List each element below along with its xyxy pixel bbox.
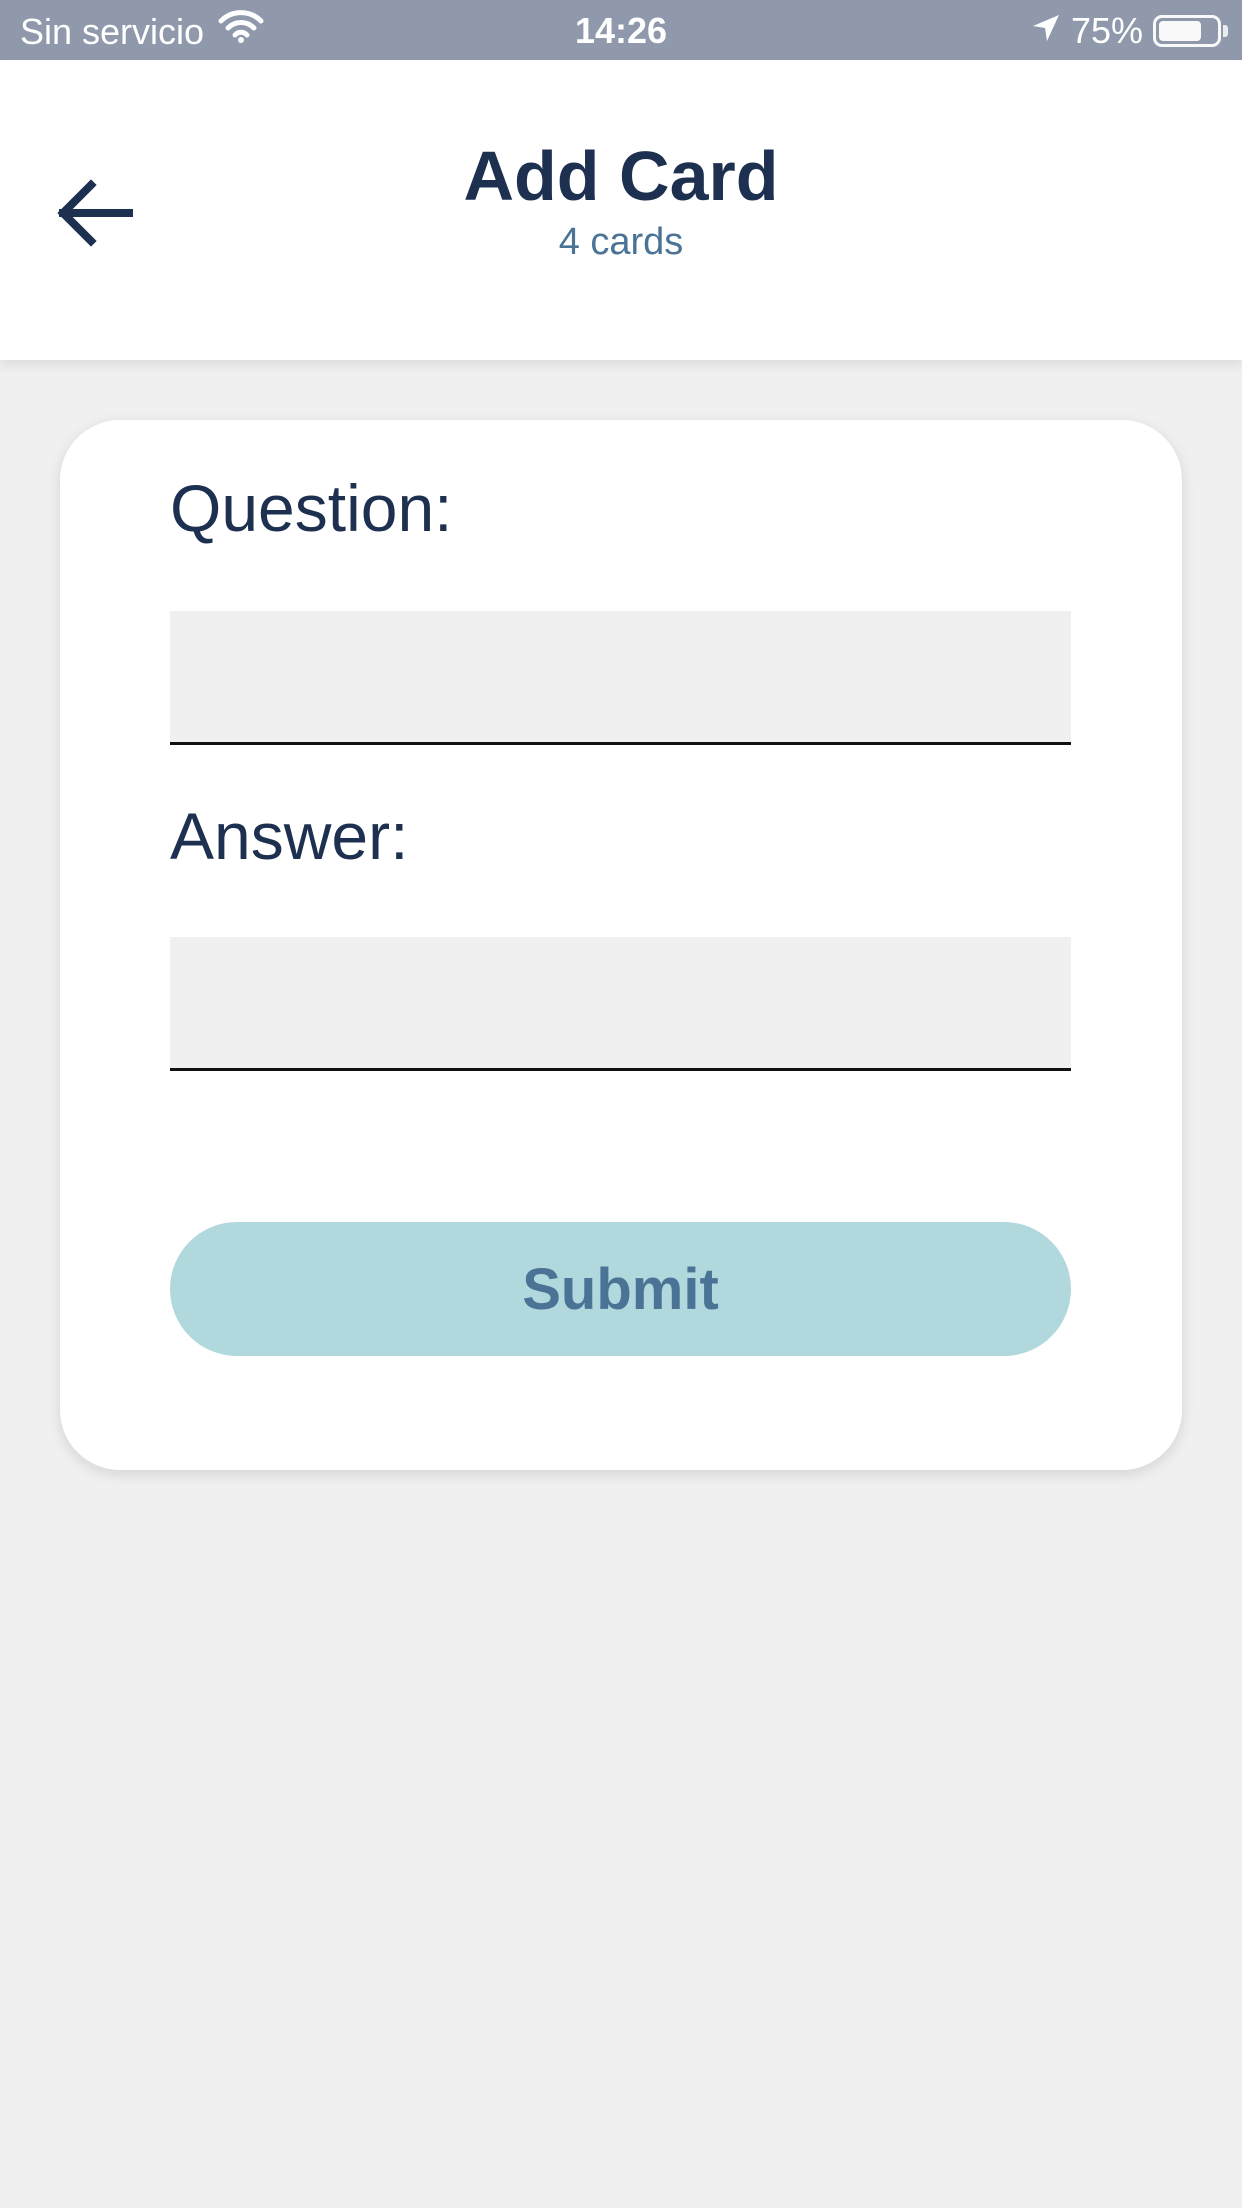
battery-tip [1223,25,1228,37]
question-input[interactable] [170,611,1071,745]
header: Add Card 4 cards [0,60,1242,360]
card-count: 4 cards [558,221,684,263]
answer-input[interactable] [170,937,1071,1071]
submit-button[interactable]: Submit [170,1222,1071,1356]
battery-level-fill [1159,21,1201,41]
add-card-screen: Sin servicio 14:26 75% Add Card 4 cards … [0,0,1242,2208]
title-block: Add Card 4 cards [0,138,1242,264]
battery-percent: 75% [1070,10,1143,51]
battery-icon [1153,15,1221,47]
status-bar: Sin servicio 14:26 75% [0,0,1242,60]
add-card-form: Question: Answer: Submit [60,420,1182,1470]
answer-label: Answer: [170,799,409,873]
page-title: Add Card [463,137,779,215]
question-label: Question: [170,471,453,545]
location-arrow-icon [1031,10,1061,52]
status-right: 75% [1031,10,1228,52]
